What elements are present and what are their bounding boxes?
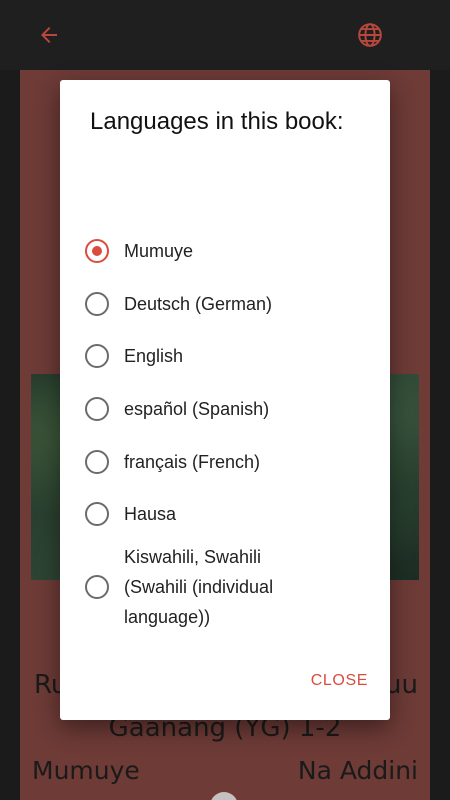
book-author: Na Addini	[297, 756, 418, 785]
globe-icon	[358, 23, 382, 47]
language-option-label: Deutsch (German)	[124, 293, 273, 314]
dialog-actions: CLOSE	[311, 664, 368, 698]
screen: Ru uu Gaanang (YG) 1-2 Mumuye Na Addini …	[0, 0, 450, 800]
language-option[interactable]: français (French)	[60, 435, 390, 488]
close-button[interactable]: CLOSE	[311, 664, 368, 698]
arrow-back-icon	[41, 27, 57, 43]
book-meta: Mumuye Na Addini	[32, 756, 418, 785]
back-button[interactable]	[28, 14, 70, 56]
language-option[interactable]: español (Spanish)	[60, 383, 390, 436]
dialog-title: Languages in this book:	[90, 108, 344, 135]
language-option-label: Kiswahili, Swahili (Swahili (individual …	[124, 546, 274, 627]
radio-button[interactable]	[85, 574, 109, 599]
language-option-label: español (Spanish)	[124, 399, 270, 420]
language-option[interactable]: Kiswahili, Swahili (Swahili (individual …	[60, 541, 390, 633]
language-option-label: Hausa	[124, 504, 177, 525]
language-option[interactable]: Hausa	[60, 488, 390, 541]
app-bar	[0, 0, 450, 70]
language-options: Mumuye Deutsch (German) English español …	[60, 225, 390, 633]
radio-button[interactable]	[85, 344, 109, 369]
language-option-label: Mumuye	[124, 241, 194, 262]
radio-button[interactable]	[85, 397, 109, 422]
radio-button[interactable]	[85, 502, 109, 527]
radio-button[interactable]	[85, 239, 109, 264]
page-indicator	[210, 792, 238, 800]
language-option[interactable]: Deutsch (German)	[60, 278, 390, 331]
language-option-label: English	[124, 346, 184, 367]
radio-button[interactable]	[85, 291, 109, 316]
language-button[interactable]	[349, 14, 391, 56]
book-language: Mumuye	[32, 756, 140, 785]
language-option[interactable]: English	[60, 330, 390, 383]
language-dialog: Languages in this book: Mumuye Deutsch (…	[60, 80, 390, 720]
language-option[interactable]: Mumuye	[60, 225, 390, 278]
language-option-label: français (French)	[124, 451, 261, 472]
radio-button[interactable]	[85, 449, 109, 474]
